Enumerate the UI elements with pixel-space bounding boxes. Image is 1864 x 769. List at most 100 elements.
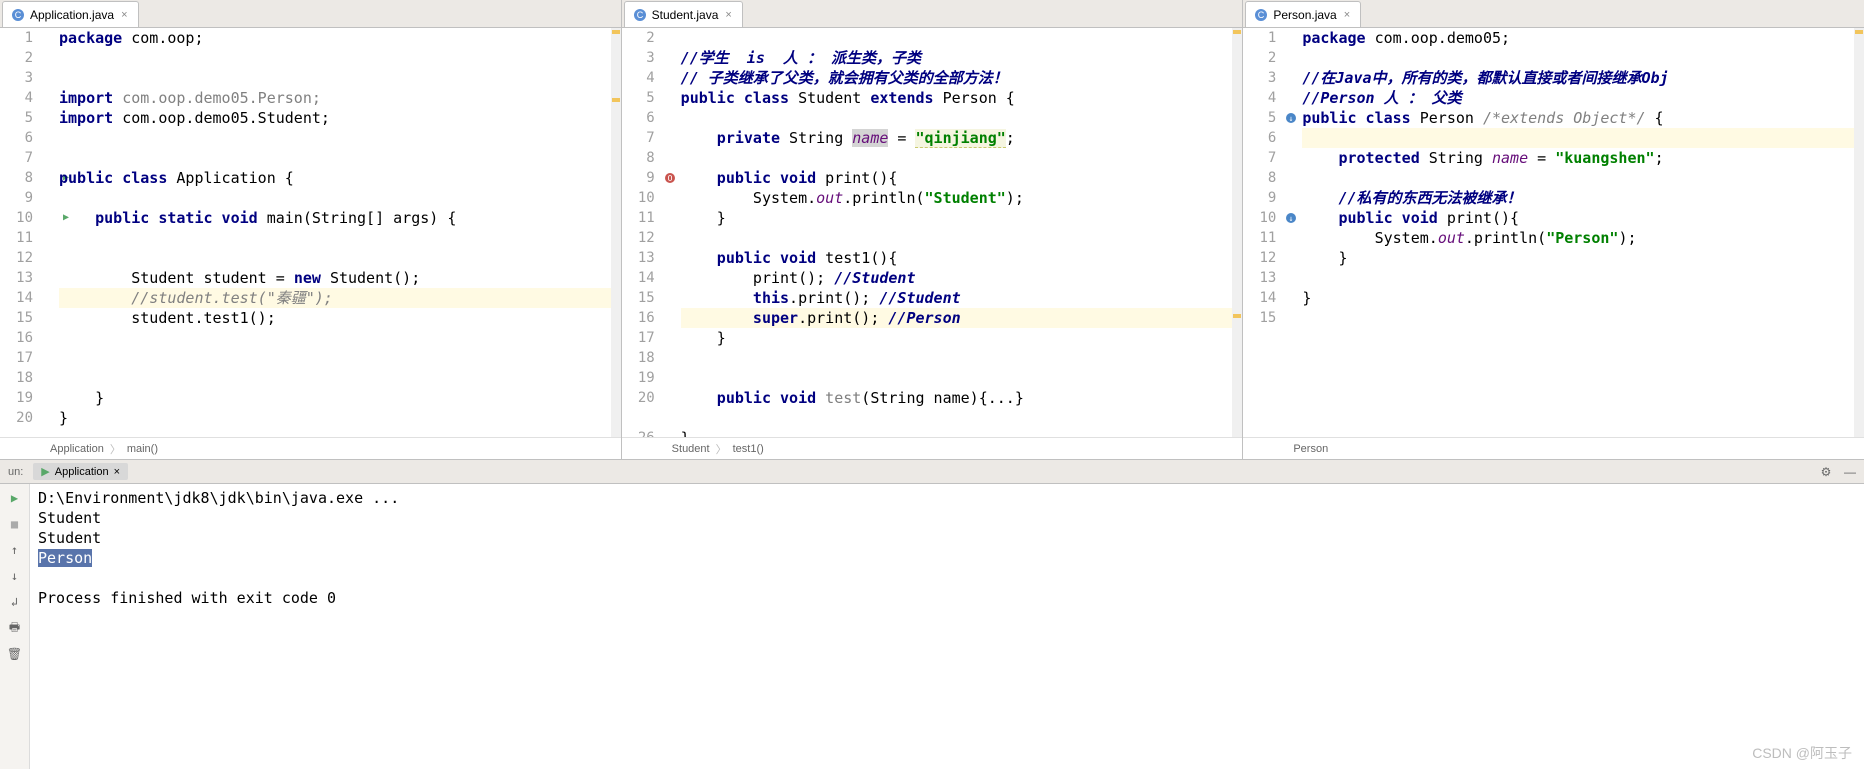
code-line[interactable]: [1302, 48, 1864, 68]
code-line[interactable]: private String name = "qinjiang";: [681, 128, 1243, 148]
warning-marker[interactable]: [612, 98, 620, 102]
console-line[interactable]: Process finished with exit code 0: [38, 588, 1856, 608]
close-icon[interactable]: ×: [1342, 9, 1352, 21]
code-text[interactable]: package com.oop.demo05; //在Java中，所有的类，都默认…: [1302, 28, 1864, 437]
breadcrumb[interactable]: Application〉main(): [0, 437, 621, 459]
up-icon[interactable]: ↑: [7, 542, 23, 558]
code-line[interactable]: [1302, 268, 1864, 288]
code-line[interactable]: // 子类继承了父类，就会拥有父类的全部方法！: [681, 68, 1243, 88]
code-line[interactable]: public class Student extends Person {: [681, 88, 1243, 108]
code-line[interactable]: }: [1302, 248, 1864, 268]
console-line[interactable]: Student: [38, 508, 1856, 528]
code-line[interactable]: import com.oop.demo05.Student;: [59, 108, 621, 128]
code-area[interactable]: 1234567891011121314151617181920 ▶ ▶ pack…: [0, 28, 621, 437]
console-line[interactable]: Student: [38, 528, 1856, 548]
code-line[interactable]: System.out.println("Person");: [1302, 228, 1864, 248]
wrap-icon[interactable]: ↲: [7, 594, 23, 610]
warning-marker[interactable]: [1233, 314, 1241, 318]
code-line[interactable]: [681, 408, 1243, 428]
code-line[interactable]: [1302, 308, 1864, 328]
tab-person[interactable]: C Person.java ×: [1245, 1, 1361, 27]
code-line[interactable]: public void test1(){: [681, 248, 1243, 268]
code-line[interactable]: //Person 人 ： 父类: [1302, 88, 1864, 108]
breadcrumb[interactable]: Student〉test1(): [622, 437, 1243, 459]
code-line[interactable]: public void test(String name){...}: [681, 388, 1243, 408]
breadcrumb-item[interactable]: Application: [50, 443, 104, 455]
code-line[interactable]: [59, 368, 621, 388]
warning-marker[interactable]: [1233, 30, 1241, 34]
code-line[interactable]: }: [681, 328, 1243, 348]
code-line[interactable]: [59, 48, 621, 68]
rerun-icon[interactable]: ▶: [7, 490, 23, 506]
code-line[interactable]: print(); //Student: [681, 268, 1243, 288]
code-line[interactable]: [681, 368, 1243, 388]
run-tab[interactable]: ▶ Application ×: [33, 463, 128, 480]
override-icon[interactable]: ↓: [1285, 112, 1297, 124]
breadcrumb-item[interactable]: Person: [1293, 443, 1328, 455]
gear-icon[interactable]: ⚙: [1818, 464, 1834, 480]
stop-icon[interactable]: ■: [7, 516, 23, 532]
code-text[interactable]: //学生 is 人 ： 派生类，子类// 子类继承了父类，就会拥有父类的全部方法…: [681, 28, 1243, 437]
code-line[interactable]: //学生 is 人 ： 派生类，子类: [681, 48, 1243, 68]
trash-icon[interactable]: 🗑: [7, 646, 23, 662]
code-line[interactable]: public class Application {: [59, 168, 621, 188]
code-line[interactable]: public class Person /*extends Object*/ {: [1302, 108, 1864, 128]
code-area[interactable]: 123456789101112131415 ↓ ↓ package com.oo…: [1243, 28, 1864, 437]
breadcrumb[interactable]: Person: [1243, 437, 1864, 459]
console-line[interactable]: [38, 568, 1856, 588]
ok-marker[interactable]: [1855, 30, 1863, 34]
code-line[interactable]: public void print(){: [1302, 208, 1864, 228]
code-line[interactable]: package com.oop.demo05;: [1302, 28, 1864, 48]
code-line[interactable]: [681, 148, 1243, 168]
breadcrumb-item[interactable]: test1(): [733, 443, 764, 455]
code-line[interactable]: student.test1();: [59, 308, 621, 328]
code-line[interactable]: this.print(); //Student: [681, 288, 1243, 308]
tab-student[interactable]: C Student.java ×: [624, 1, 743, 27]
tab-application[interactable]: C Application.java ×: [2, 1, 139, 27]
code-line[interactable]: [59, 68, 621, 88]
code-line[interactable]: [681, 108, 1243, 128]
code-line[interactable]: //student.test("秦疆");: [59, 288, 621, 308]
console-output[interactable]: D:\Environment\jdk8\jdk\bin\java.exe ...…: [30, 484, 1864, 769]
code-area[interactable]: 23456789101112131415161718192026 O //学生 …: [622, 28, 1243, 437]
close-icon[interactable]: ×: [723, 9, 733, 21]
code-line[interactable]: [59, 328, 621, 348]
code-line[interactable]: [1302, 168, 1864, 188]
code-line[interactable]: [681, 228, 1243, 248]
code-line[interactable]: [59, 228, 621, 248]
override-icon[interactable]: O: [664, 172, 676, 184]
code-line[interactable]: }: [681, 208, 1243, 228]
code-line[interactable]: super.print(); //Person: [681, 308, 1243, 328]
code-line[interactable]: [1302, 128, 1864, 148]
breadcrumb-item[interactable]: Student: [672, 443, 710, 455]
code-line[interactable]: public void print(){: [681, 168, 1243, 188]
code-line[interactable]: [59, 148, 621, 168]
close-icon[interactable]: ×: [114, 466, 120, 478]
code-line[interactable]: [681, 28, 1243, 48]
code-line[interactable]: Student student = new Student();: [59, 268, 621, 288]
code-line[interactable]: [59, 348, 621, 368]
down-icon[interactable]: ↓: [7, 568, 23, 584]
code-text[interactable]: package com.oop; import com.oop.demo05.Pe…: [59, 28, 621, 437]
code-line[interactable]: [59, 248, 621, 268]
code-line[interactable]: //在Java中，所有的类，都默认直接或者间接继承Obj: [1302, 68, 1864, 88]
code-line[interactable]: [59, 188, 621, 208]
override-icon[interactable]: ↓: [1285, 212, 1297, 224]
console-line[interactable]: Person: [38, 548, 1856, 568]
code-line[interactable]: import com.oop.demo05.Person;: [59, 88, 621, 108]
code-line[interactable]: package com.oop;: [59, 28, 621, 48]
code-line[interactable]: }: [681, 428, 1243, 437]
code-line[interactable]: }: [59, 408, 621, 428]
print-icon[interactable]: 🖶: [7, 620, 23, 636]
code-line[interactable]: [681, 348, 1243, 368]
warning-marker[interactable]: [612, 30, 620, 34]
code-line[interactable]: System.out.println("Student");: [681, 188, 1243, 208]
code-line[interactable]: }: [1302, 288, 1864, 308]
code-line[interactable]: public static void main(String[] args) {: [59, 208, 621, 228]
breadcrumb-item[interactable]: main(): [127, 443, 158, 455]
minimize-icon[interactable]: —: [1842, 464, 1858, 480]
code-line[interactable]: }: [59, 388, 621, 408]
code-line[interactable]: [59, 128, 621, 148]
console-line[interactable]: D:\Environment\jdk8\jdk\bin\java.exe ...: [38, 488, 1856, 508]
code-line[interactable]: //私有的东西无法被继承！: [1302, 188, 1864, 208]
